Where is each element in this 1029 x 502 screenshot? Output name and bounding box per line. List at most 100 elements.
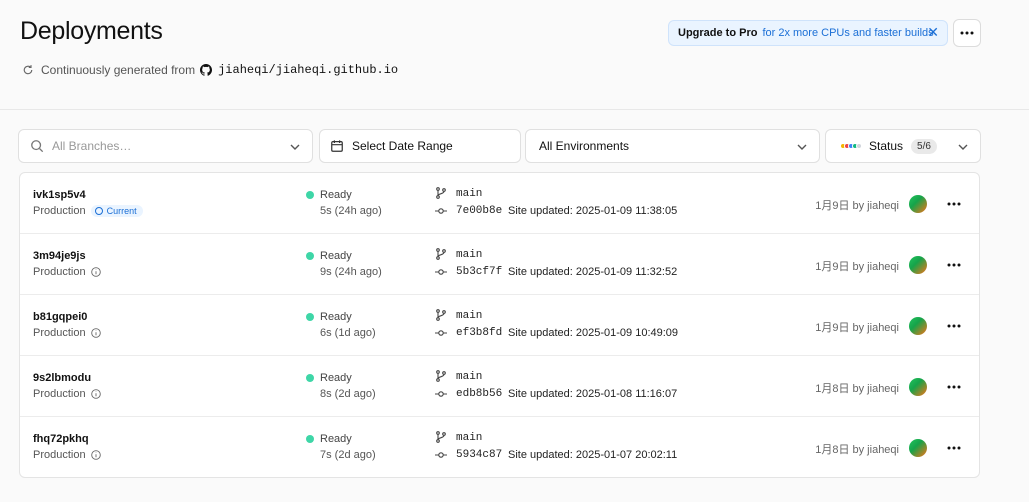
more-horizontal-icon (947, 202, 961, 206)
commit-message: Site updated: 2025-01-09 10:49:09 (508, 327, 679, 339)
page-title: Deployments (20, 17, 163, 45)
deployment-id[interactable]: 9s2lbmodu (33, 372, 91, 384)
deployment-id[interactable]: b81gqpei0 (33, 311, 87, 323)
info-icon[interactable] (90, 389, 101, 399)
commit-hash[interactable]: 5934c87 (456, 449, 502, 461)
branch-name[interactable]: main (456, 310, 482, 322)
date-range-filter[interactable]: Select Date Range (319, 129, 521, 163)
upgrade-banner[interactable]: Upgrade to Pro for 2x more CPUs and fast… (668, 20, 948, 46)
commit-hash[interactable]: edb8b56 (456, 388, 502, 400)
chevron-down-icon (290, 144, 300, 150)
more-horizontal-icon (947, 385, 961, 389)
deployment-row[interactable]: b81gqpei0 Production Ready 6s (1d ago) m… (20, 295, 979, 356)
row-more-button[interactable] (944, 377, 964, 397)
info-icon[interactable] (90, 267, 101, 277)
status-label: Ready (320, 372, 352, 384)
deployment-environment: Production (33, 388, 101, 400)
upgrade-description: for 2x more CPUs and faster builds (762, 27, 934, 39)
commit-message: Site updated: 2025-01-09 11:32:52 (508, 266, 678, 278)
status-label: Ready (320, 250, 352, 262)
environments-label: All Environments (539, 139, 630, 153)
subtitle-text: Continuously generated from (41, 63, 196, 77)
status-label: Status (869, 139, 904, 153)
git-branch-icon (436, 370, 446, 382)
status-dot (306, 252, 314, 260)
branches-filter[interactable]: All Branches… (18, 129, 313, 163)
deployment-environment: Production (33, 327, 101, 339)
deployment-meta: 1月9日 by jiaheqi (815, 200, 899, 212)
deployments-list: ivk1sp5v4 Production Current Ready 5s (2… (19, 172, 980, 478)
deployment-id[interactable]: ivk1sp5v4 (33, 189, 86, 201)
avatar (909, 317, 927, 335)
row-more-button[interactable] (944, 316, 964, 336)
git-commit-icon (435, 269, 447, 275)
more-horizontal-icon (947, 263, 961, 267)
git-commit-icon (435, 452, 447, 458)
status-dot (306, 435, 314, 443)
deployment-meta: 1月9日 by jiaheqi (815, 322, 899, 334)
git-branch-icon (436, 309, 446, 321)
repo-link[interactable]: jiaheqi/jiaheqi.github.io (218, 63, 398, 77)
status-dot (306, 313, 314, 321)
status-filter[interactable]: Status 5/6 (825, 129, 981, 163)
row-more-button[interactable] (944, 255, 964, 275)
environment-label: Production (33, 449, 86, 461)
more-horizontal-icon (960, 31, 974, 35)
deployment-environment: Production (33, 266, 101, 278)
row-more-button[interactable] (944, 194, 964, 214)
branch-name[interactable]: main (456, 249, 482, 261)
branch-name[interactable]: main (456, 432, 482, 444)
deployment-id[interactable]: 3m94je9js (33, 250, 86, 262)
status-label: Ready (320, 189, 352, 201)
branch-name[interactable]: main (456, 188, 482, 200)
environment-label: Production (33, 205, 86, 217)
status-color-dots (840, 143, 862, 149)
deployment-row[interactable]: 9s2lbmodu Production Ready 8s (2d ago) m… (20, 356, 979, 417)
branch-name[interactable]: main (456, 371, 482, 383)
deployment-row[interactable]: 3m94je9js Production Ready 9s (24h ago) … (20, 234, 979, 295)
status-label: Ready (320, 311, 352, 323)
git-branch-icon (436, 248, 446, 260)
environment-label: Production (33, 388, 86, 400)
current-icon (94, 207, 103, 215)
close-icon[interactable]: ✕ (927, 24, 939, 41)
more-horizontal-icon (947, 324, 961, 328)
duration: 9s (24h ago) (320, 266, 382, 278)
avatar (909, 256, 927, 274)
git-commit-icon (435, 391, 447, 397)
search-icon (31, 140, 44, 153)
duration: 6s (1d ago) (320, 327, 376, 339)
deployment-environment: Production (33, 449, 101, 461)
commit-message: Site updated: 2025-01-09 11:38:05 (508, 205, 678, 217)
avatar (909, 439, 927, 457)
row-more-button[interactable] (944, 438, 964, 458)
commit-hash[interactable]: 7e00b8e (456, 205, 502, 217)
git-branch-icon (436, 187, 446, 199)
more-options-button[interactable] (953, 19, 981, 47)
environment-label: Production (33, 327, 86, 339)
deployment-meta: 1月8日 by jiaheqi (815, 444, 899, 456)
environment-label: Production (33, 266, 86, 278)
duration: 8s (2d ago) (320, 388, 376, 400)
status-count-badge: 5/6 (911, 138, 937, 154)
duration: 7s (2d ago) (320, 449, 376, 461)
current-badge: Current (90, 205, 143, 217)
chevron-down-icon (797, 144, 807, 150)
info-icon[interactable] (90, 450, 101, 460)
deployment-meta: 1月9日 by jiaheqi (815, 261, 899, 273)
deployment-row[interactable]: ivk1sp5v4 Production Current Ready 5s (2… (20, 173, 979, 234)
avatar (909, 195, 927, 213)
github-icon (200, 64, 213, 76)
git-commit-icon (435, 330, 447, 336)
commit-hash[interactable]: 5b3cf7f (456, 266, 502, 278)
info-icon[interactable] (90, 328, 101, 338)
deployment-environment: Production Current (33, 205, 143, 217)
commit-hash[interactable]: ef3b8fd (456, 327, 502, 339)
deployment-row[interactable]: fhq72pkhq Production Ready 7s (2d ago) m… (20, 417, 979, 478)
status-dot (306, 374, 314, 382)
date-range-label: Select Date Range (352, 139, 453, 153)
deployment-id[interactable]: fhq72pkhq (33, 433, 89, 445)
git-branch-icon (436, 431, 446, 443)
environments-filter[interactable]: All Environments (525, 129, 820, 163)
status-dot (306, 191, 314, 199)
